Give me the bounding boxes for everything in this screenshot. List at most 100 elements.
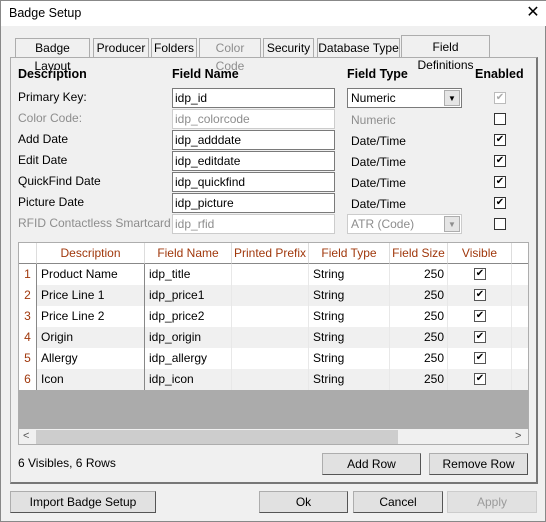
visible-checkbox[interactable]: ✔: [474, 268, 486, 280]
cell-prefix[interactable]: [232, 264, 309, 285]
scroll-right-icon[interactable]: >: [515, 430, 521, 442]
cell-description[interactable]: Product Name: [37, 264, 145, 285]
cell-field_name[interactable]: idp_title: [145, 264, 232, 285]
cell-field_name[interactable]: idp_allergy: [145, 348, 232, 369]
scroll-left-icon[interactable]: <: [23, 430, 29, 442]
ok-button[interactable]: Ok: [259, 491, 348, 513]
tab-database-type[interactable]: Database Type: [317, 38, 400, 58]
column-header-visible[interactable]: Visible: [448, 243, 512, 264]
cell-size[interactable]: 250: [390, 348, 448, 369]
column-header-printed-prefix[interactable]: Printed Prefix: [232, 243, 309, 264]
field-name-input[interactable]: idp_id: [172, 88, 335, 108]
cell-visible: ✔: [448, 327, 512, 348]
table-row[interactable]: 2 Price Line 1 idp_price1 String 250 ✔: [19, 285, 528, 306]
cell-n: 3: [19, 306, 37, 327]
enabled-checkbox[interactable]: [494, 113, 506, 125]
cell-description[interactable]: Price Line 1: [37, 285, 145, 306]
cell-field_type[interactable]: String: [309, 369, 390, 390]
cancel-button[interactable]: Cancel: [353, 491, 443, 513]
cell-size[interactable]: 250: [390, 369, 448, 390]
cell-prefix[interactable]: [232, 285, 309, 306]
cell-prefix[interactable]: [232, 327, 309, 348]
field-name-input: idp_colorcode: [172, 109, 335, 129]
cell-partial: [512, 306, 528, 327]
apply-button[interactable]: Apply: [447, 491, 537, 513]
enabled-checkbox[interactable]: ✔: [494, 176, 506, 188]
cell-size[interactable]: 250: [390, 306, 448, 327]
cell-description[interactable]: Allergy: [37, 348, 145, 369]
cell-description[interactable]: Origin: [37, 327, 145, 348]
cell-description[interactable]: Icon: [37, 369, 145, 390]
cell-partial: [512, 264, 528, 285]
field-name-input[interactable]: idp_quickfind: [172, 172, 335, 192]
enabled-checkbox[interactable]: [494, 218, 506, 230]
enabled-checkbox[interactable]: ✔: [494, 197, 506, 209]
import-badge-setup-button[interactable]: Import Badge Setup: [10, 491, 156, 513]
cell-prefix[interactable]: [232, 306, 309, 327]
close-icon[interactable]: ✕: [523, 2, 543, 24]
field-label: Color Code:: [18, 111, 83, 125]
cell-description[interactable]: Price Line 2: [37, 306, 145, 327]
cell-size[interactable]: 250: [390, 327, 448, 348]
table-row[interactable]: 1 Product Name idp_title String 250 ✔: [19, 264, 528, 285]
visible-checkbox[interactable]: ✔: [474, 373, 486, 385]
cell-field_type[interactable]: String: [309, 285, 390, 306]
field-type-value: ATR (Code): [351, 217, 415, 231]
cell-field_name[interactable]: idp_price1: [145, 285, 232, 306]
add-row-button[interactable]: Add Row: [322, 453, 421, 475]
table-row[interactable]: 4 Origin idp_origin String 250 ✔: [19, 327, 528, 348]
tab-badge-layout[interactable]: Badge Layout: [15, 38, 90, 73]
column-header-partial[interactable]: [512, 243, 528, 264]
field-name-input[interactable]: idp_picture: [172, 193, 335, 213]
horizontal-scrollbar[interactable]: < >: [19, 429, 528, 444]
cell-visible: ✔: [448, 369, 512, 390]
column-header-field-name[interactable]: Field Name: [145, 243, 232, 264]
cell-n: 5: [19, 348, 37, 369]
field-name-input: idp_rfid: [172, 214, 335, 234]
visible-checkbox[interactable]: ✔: [474, 289, 486, 301]
tab-field-definitions[interactable]: Field Definitions: [401, 35, 490, 72]
cell-prefix[interactable]: [232, 369, 309, 390]
tab-producer[interactable]: Producer: [93, 38, 149, 58]
field-name-input[interactable]: idp_editdate: [172, 151, 335, 171]
field-type-select[interactable]: Numeric ▼: [347, 88, 462, 108]
enabled-checkbox[interactable]: ✔: [494, 134, 506, 146]
cell-field_type[interactable]: String: [309, 348, 390, 369]
cell-field_type[interactable]: String: [309, 327, 390, 348]
field-label: Picture Date: [18, 195, 85, 209]
cell-prefix[interactable]: [232, 348, 309, 369]
enabled-checkbox[interactable]: ✔: [494, 155, 506, 167]
tab-color-code[interactable]: Color Code: [199, 38, 261, 73]
table-row[interactable]: 3 Price Line 2 idp_price2 String 250 ✔: [19, 306, 528, 327]
cell-field_name[interactable]: idp_icon: [145, 369, 232, 390]
cell-size[interactable]: 250: [390, 264, 448, 285]
scroll-thumb[interactable]: [36, 430, 398, 444]
chevron-down-icon[interactable]: ▼: [444, 90, 460, 106]
table-row[interactable]: 5 Allergy idp_allergy String 250 ✔: [19, 348, 528, 369]
window-title: Badge Setup: [9, 6, 82, 20]
remove-row-button[interactable]: Remove Row: [429, 453, 528, 475]
field-label: QuickFind Date: [18, 174, 101, 188]
cell-size[interactable]: 250: [390, 285, 448, 306]
tab-security[interactable]: Security: [263, 38, 314, 58]
visible-checkbox[interactable]: ✔: [474, 331, 486, 343]
field-type-text: Numeric: [351, 113, 396, 127]
tab-folders[interactable]: Folders: [151, 38, 197, 58]
cell-visible: ✔: [448, 285, 512, 306]
column-header-description[interactable]: Description: [37, 243, 145, 264]
cell-field_type[interactable]: String: [309, 264, 390, 285]
field-name-input[interactable]: idp_adddate: [172, 130, 335, 150]
field-type-text: Date/Time: [351, 176, 406, 190]
visible-checkbox[interactable]: ✔: [474, 352, 486, 364]
cell-field_name[interactable]: idp_price2: [145, 306, 232, 327]
visible-checkbox[interactable]: ✔: [474, 310, 486, 322]
cell-field_type[interactable]: String: [309, 306, 390, 327]
column-header-field-type[interactable]: Field Type: [309, 243, 390, 264]
cell-visible: ✔: [448, 348, 512, 369]
cell-field_name[interactable]: idp_origin: [145, 327, 232, 348]
column-header-field-size[interactable]: Field Size: [390, 243, 448, 264]
cell-partial: [512, 285, 528, 306]
table-row[interactable]: 6 Icon idp_icon String 250 ✔: [19, 369, 528, 390]
cell-visible: ✔: [448, 264, 512, 285]
enabled-checkbox: ✔: [494, 92, 506, 104]
